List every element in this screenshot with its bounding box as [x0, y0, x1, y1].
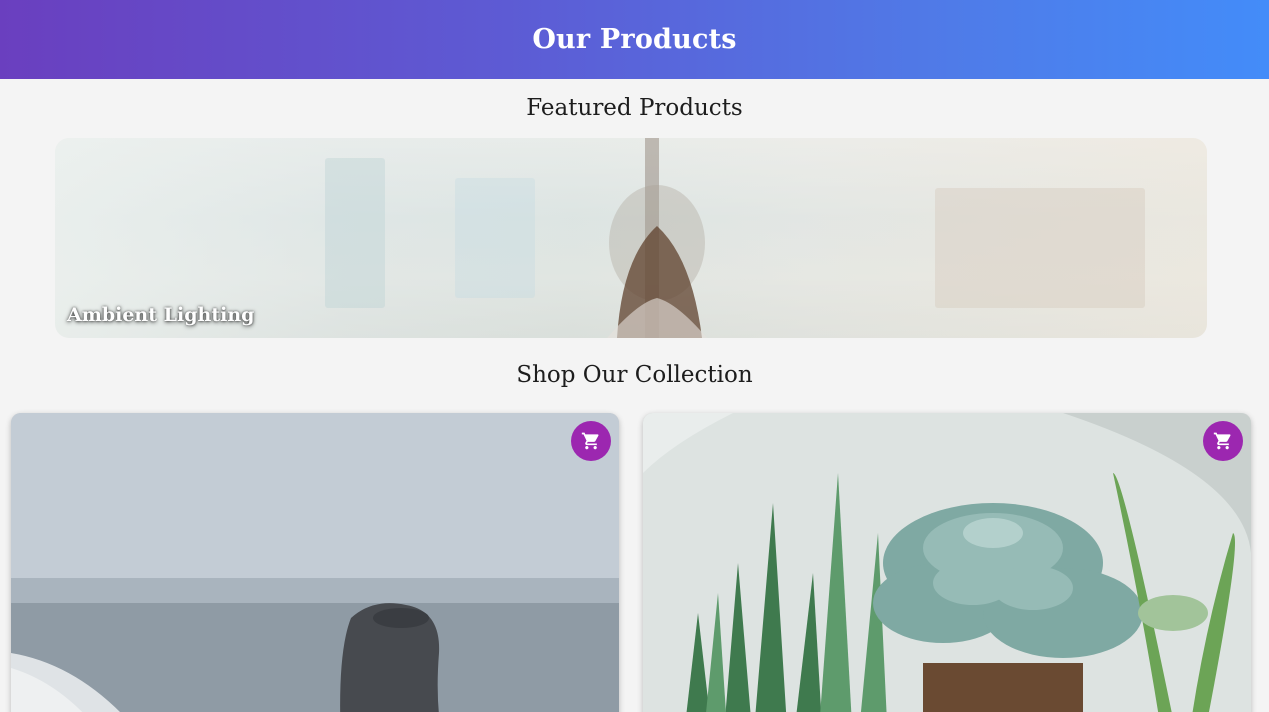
page-title: Our Products	[532, 24, 737, 55]
woman-silhouette-image	[607, 138, 707, 338]
add-to-cart-button[interactable]	[1203, 421, 1243, 461]
add-to-cart-button[interactable]	[571, 421, 611, 461]
banner-background-shape	[935, 188, 1145, 308]
featured-banner[interactable]: Ambient Lighting	[55, 138, 1207, 338]
banner-background-shape	[455, 178, 535, 298]
product-card[interactable]	[643, 413, 1251, 712]
collection-heading: Shop Our Collection	[516, 362, 753, 388]
cart-icon	[1213, 432, 1231, 450]
cart-icon	[581, 432, 599, 450]
featured-products-heading: Featured Products	[526, 95, 743, 121]
banner-caption: Ambient Lighting	[67, 304, 255, 326]
product-image	[11, 413, 619, 712]
banner-background-shape	[325, 158, 385, 308]
page-header: Our Products	[0, 0, 1269, 79]
product-image	[643, 413, 1251, 712]
product-card[interactable]	[11, 413, 619, 712]
